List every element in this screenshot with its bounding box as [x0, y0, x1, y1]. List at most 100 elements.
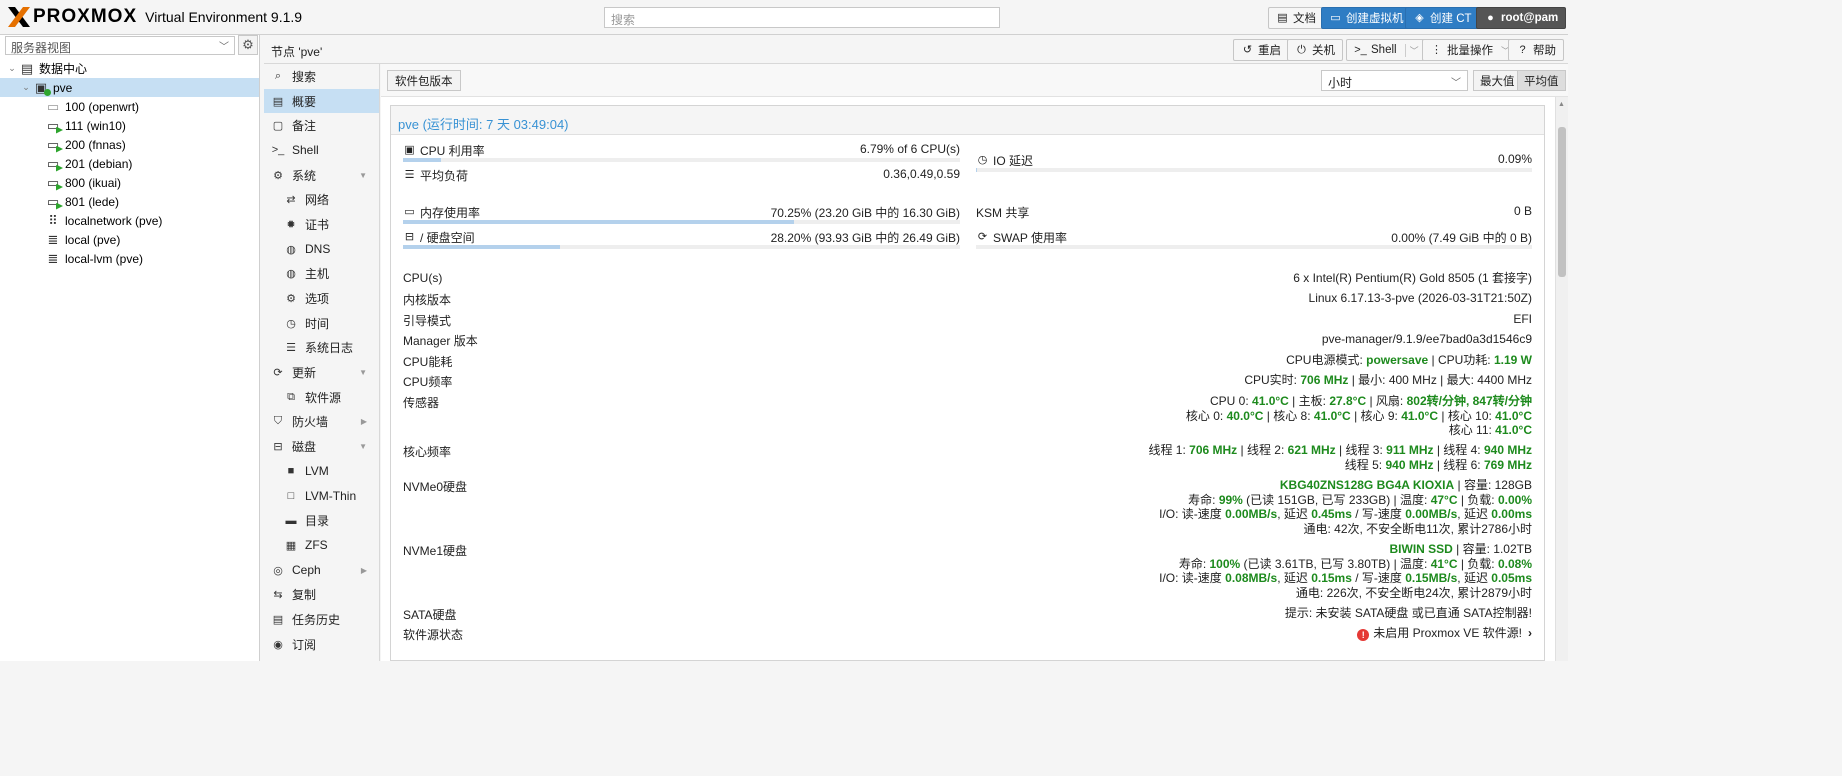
create-vm-button[interactable]: ▭ 创建虚拟机	[1321, 7, 1412, 29]
tree-item[interactable]: ⌄ ▤ 数据中心	[0, 59, 259, 78]
folder-icon: ▬	[285, 514, 297, 527]
usage-bar-fill	[403, 220, 795, 224]
swap-usage: ⟳ SWAP 使用率 0.00% (7.49 GiB 中的 0 B)	[976, 229, 1532, 251]
nav-item[interactable]: □ LVM-Thin	[264, 484, 379, 509]
vm-running-icon: ▭	[44, 194, 63, 210]
hdd-icon: ⊟	[404, 231, 415, 243]
files-icon: ⧉	[287, 390, 295, 403]
globe-icon: ◍	[286, 243, 296, 256]
nav-item[interactable]: ◉ 订阅	[264, 632, 379, 657]
page-title: 节点 'pve'	[271, 45, 323, 59]
nav-item[interactable]: ▬ 目录	[264, 508, 379, 533]
nav-item[interactable]: ◎ Ceph ▶	[264, 558, 379, 583]
chevron-down-icon[interactable]: ▼	[359, 442, 367, 451]
support-icon: ◉	[273, 638, 283, 651]
brand-name: PROXMOX	[33, 6, 138, 27]
tree-item[interactable]: ⠿ localnetwork (pve)	[0, 211, 259, 230]
shutdown-button[interactable]: ⏻ 关机	[1287, 39, 1343, 61]
scrollbar[interactable]: ▲	[1555, 97, 1568, 661]
chevron-down-icon[interactable]: ▼	[359, 171, 367, 180]
nav-item[interactable]: ⇄ 网络	[264, 187, 379, 212]
vm-running-icon: ▭	[44, 156, 63, 172]
nav-item[interactable]: ▢ 备注	[264, 113, 379, 138]
refresh-icon: ⟳	[273, 367, 283, 380]
terminal-icon: >_	[271, 144, 285, 157]
tree-item[interactable]: ⌄ ▣ pve	[0, 78, 259, 97]
book-icon: ▤	[272, 95, 284, 108]
tree-item[interactable]: ≣ local (pve)	[0, 230, 259, 249]
nav-item-label: Shell	[292, 143, 319, 158]
gear-icon[interactable]: ⚙	[238, 35, 258, 55]
max-button[interactable]: 最大值	[1473, 70, 1522, 91]
help-button[interactable]: ? 帮助	[1508, 39, 1564, 61]
vm-stopped-icon: ▭	[46, 98, 60, 114]
nav-item[interactable]: ▦ ZFS	[264, 533, 379, 558]
nav-item-label: 概要	[292, 94, 317, 109]
chevron-down-icon[interactable]: ⌄	[6, 63, 18, 74]
nav-item-label: 备注	[292, 119, 317, 134]
tree-item[interactable]: ▭ 201 (debian)	[0, 154, 259, 173]
list-icon: ☰	[286, 342, 296, 355]
swap-usage-bar	[976, 245, 1532, 249]
scrollbar-thumb[interactable]	[1558, 127, 1566, 277]
tree-item[interactable]: ▭ 111 (win10)	[0, 116, 259, 135]
chevron-right-icon[interactable]: ▶	[361, 566, 367, 575]
nav-item-label: LVM-Thin	[305, 489, 357, 504]
repo-status-link[interactable]: ! 未启用 Proxmox VE 软件源! ›	[1357, 626, 1532, 642]
chevron-down-icon[interactable]: ▼	[359, 368, 367, 377]
cpu-usage-bar	[403, 158, 960, 162]
nav-item-label: 搜索	[292, 69, 317, 84]
proxmox-x-icon	[6, 4, 32, 30]
tree-item[interactable]: ▭ 200 (fnnas)	[0, 135, 259, 154]
nav-item[interactable]: ☰ 系统日志	[264, 336, 379, 361]
reboot-button[interactable]: ↺ 重启	[1233, 39, 1289, 61]
user-icon: ●	[1487, 11, 1494, 24]
nav-item[interactable]: >_ Shell	[264, 138, 379, 163]
tree-item[interactable]: ▭ 800 (ikuai)	[0, 173, 259, 192]
nav-item[interactable]: ⟳ 更新 ▼	[264, 360, 379, 385]
view-selector[interactable]: 服务器视图 ﹀	[5, 36, 235, 55]
nav-item[interactable]: ◷ 时间	[264, 311, 379, 336]
desktop-icon: ▭	[1330, 11, 1341, 24]
shell-button[interactable]: >_ Shell ﹀	[1346, 39, 1427, 61]
tree-item[interactable]: ▭ 100 (openwrt)	[0, 97, 259, 116]
chevron-right-icon[interactable]: ▶	[361, 417, 367, 426]
nav-item[interactable]: ◍ 主机	[264, 262, 379, 287]
running-status-icon	[56, 202, 63, 210]
tree-item-label: local-lvm (pve)	[65, 251, 144, 266]
nav-item[interactable]: ✹ 证书	[264, 212, 379, 237]
nav-item[interactable]: ◍ DNS	[264, 237, 379, 262]
nav-item[interactable]: ⊟ 磁盘 ▼	[264, 434, 379, 459]
bulk-actions-button[interactable]: ⋮ 批量操作 ﹀	[1422, 39, 1519, 61]
nav-item[interactable]: ⚙ 系统 ▼	[264, 163, 379, 188]
avg-button[interactable]: 平均值	[1517, 70, 1566, 91]
nav-item[interactable]: ■ LVM	[264, 459, 379, 484]
clock-icon: ◷	[977, 154, 988, 166]
chevron-right-icon: ›	[1528, 626, 1532, 640]
tree-item[interactable]: ▭ 801 (lede)	[0, 192, 259, 211]
node-header: 节点 'pve' ↺ 重启 ⏻ 关机 >_ Shell ﹀ ⋮ 批量操作 ﹀ ? 帮助	[264, 35, 1568, 64]
docs-button[interactable]: ▤ 文档	[1268, 7, 1324, 29]
nav-item[interactable]: ⧉ 软件源	[264, 385, 379, 410]
note-icon: ▢	[272, 120, 284, 133]
nav-item[interactable]: ⚙ 选项	[264, 286, 379, 311]
proxmox-logo[interactable]: PROXMOX Virtual Environment 9.1.9	[6, 4, 302, 30]
search-input[interactable]: 搜索	[604, 7, 1000, 28]
package-versions-button[interactable]: 软件包版本	[387, 70, 461, 91]
user-menu-button[interactable]: ● root@pam	[1476, 7, 1567, 29]
vm-running-icon: ▭	[44, 118, 63, 134]
tree-item[interactable]: ≣ local-lvm (pve)	[0, 249, 259, 268]
nav-item[interactable]: ⌕ 搜索	[264, 64, 379, 89]
timeframe-select[interactable]: 小时 ﹀	[1321, 70, 1468, 91]
running-status-icon	[56, 126, 63, 134]
create-ct-button[interactable]: ◈ 创建 CT	[1405, 7, 1480, 29]
nav-item[interactable]: ▤ 概要	[264, 88, 379, 114]
node-status-panel: pve (运行时间: 7 天 03:49:04) ▣ CPU 利用率 6.79% …	[390, 105, 1545, 661]
nav-item-label: 网络	[305, 193, 330, 208]
chevron-down-icon[interactable]: ⌄	[20, 82, 32, 93]
nav-item[interactable]: ⛉ 防火墙 ▶	[264, 410, 379, 435]
usage-bar-fill	[403, 158, 441, 162]
nav-item[interactable]: ▤ 任务历史	[264, 607, 379, 632]
nav-item[interactable]: ⇆ 复制	[264, 582, 379, 607]
search-icon: ⌕	[274, 69, 282, 82]
